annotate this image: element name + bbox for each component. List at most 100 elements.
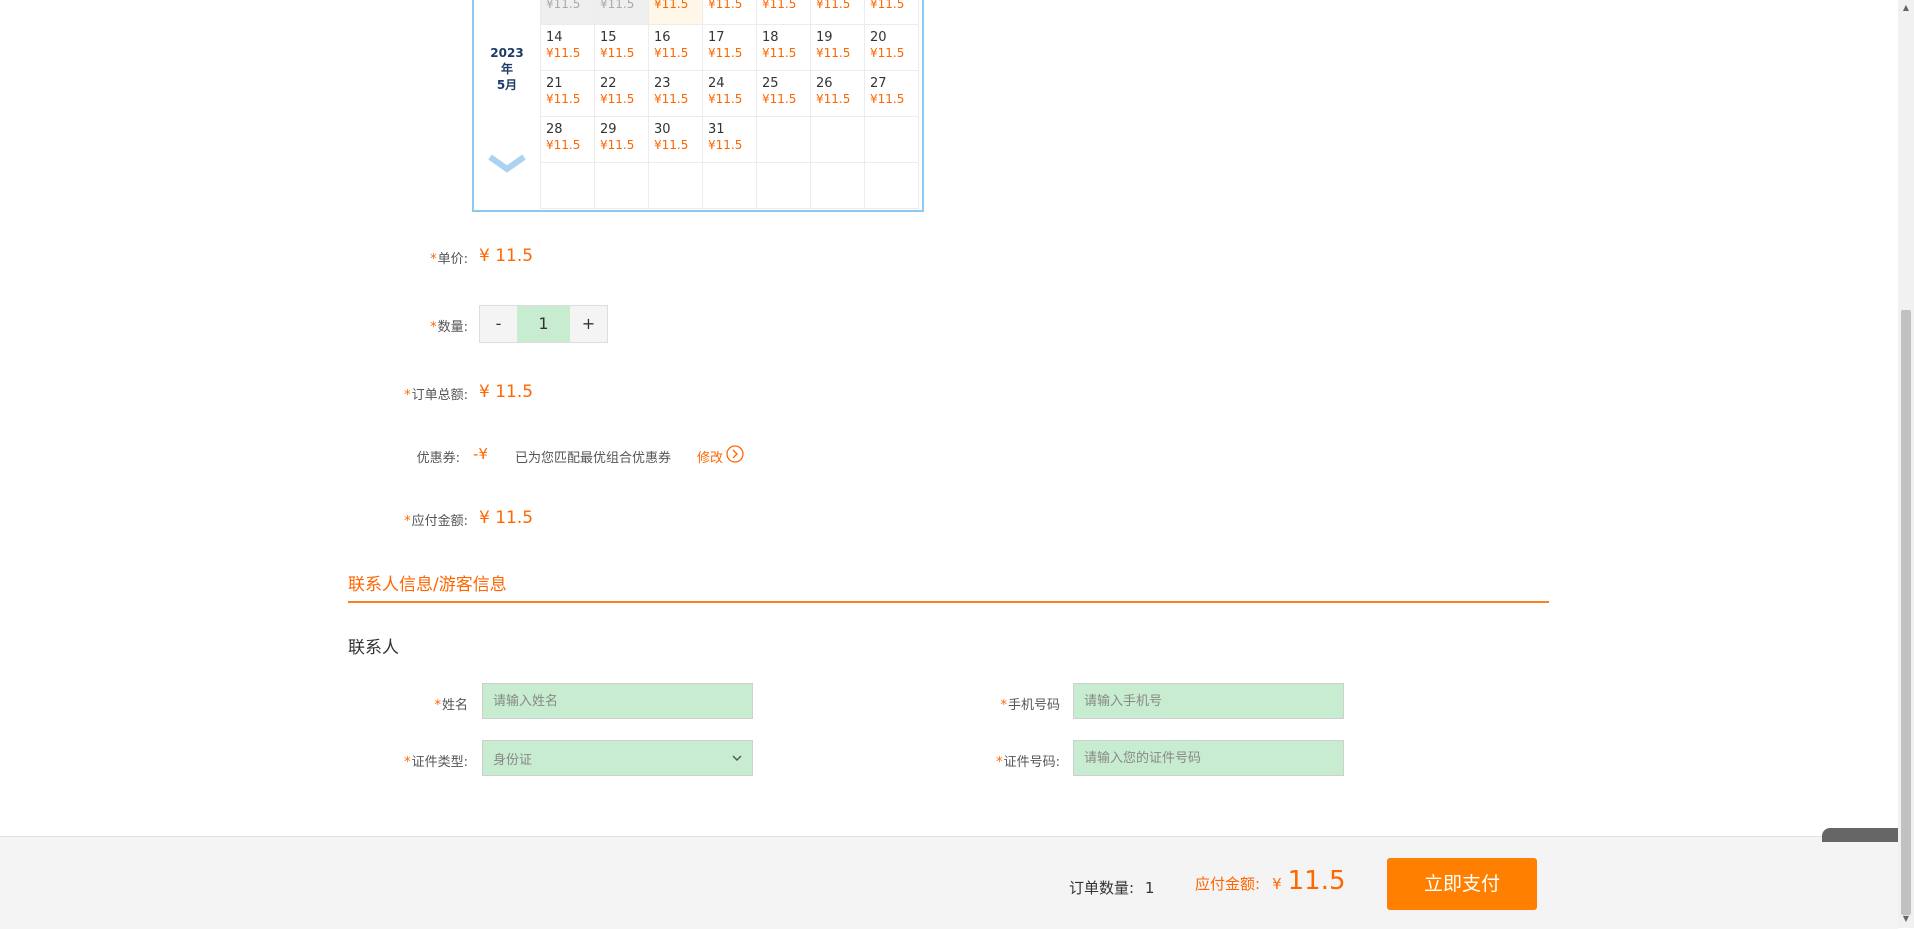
calendar-day-number: 24 — [708, 76, 725, 91]
footer-order-count: 订单数量: 1 — [1069, 877, 1154, 898]
section-divider — [348, 601, 1549, 603]
calendar-day-price: ¥11.5 — [870, 46, 905, 60]
calendar-day-cell[interactable]: 18 ¥11.5 — [756, 24, 811, 71]
calendar-day-price: ¥11.5 — [816, 0, 851, 11]
footer-order-count-value: 1 — [1144, 879, 1155, 897]
calendar-empty-cell — [756, 162, 811, 209]
id-number-input[interactable] — [1073, 740, 1344, 776]
calendar-day-cell[interactable]: 14 ¥11.5 — [540, 24, 595, 71]
calendar-day-price: ¥11.5 — [708, 92, 743, 106]
calendar-day-price: ¥11.5 — [600, 0, 635, 11]
calendar-day-cell[interactable]: 30 ¥11.5 — [648, 116, 703, 163]
calendar-days-grid: ¥11.5 ¥11.5 ¥11.5 ¥11.5 ¥11.5 ¥11.5 ¥11.5 14 ¥1… — [540, 0, 919, 209]
calendar-year-char: 年 — [500, 62, 513, 76]
calendar-year: 2023 — [490, 46, 524, 60]
calendar-day-cell[interactable]: 17 ¥11.5 — [702, 24, 757, 71]
calendar-day-number: 23 — [654, 76, 671, 91]
calendar-day-price: ¥11.5 — [546, 46, 581, 60]
calendar-day-price: ¥11.5 — [546, 138, 581, 152]
scroll-down-arrow-icon[interactable]: ▼ — [1901, 914, 1911, 924]
footer-order-count-label: 订单数量: — [1069, 879, 1135, 897]
id-type-label: *证件类型: — [404, 755, 468, 770]
calendar-day-cell[interactable]: 29 ¥11.5 — [594, 116, 649, 163]
calendar-day-cell[interactable]: 31 ¥11.5 — [702, 116, 757, 163]
quantity-stepper: - 1 + — [479, 305, 608, 343]
calendar-day-cell[interactable]: 15 ¥11.5 — [594, 24, 649, 71]
calendar-day-price: ¥11.5 — [870, 92, 905, 106]
calendar-day-cell[interactable]: ¥11.5 — [648, 0, 703, 25]
name-label: *姓名 — [434, 698, 468, 713]
calendar-day-cell[interactable]: 20 ¥11.5 — [864, 24, 919, 71]
calendar-day-price: ¥11.5 — [816, 46, 851, 60]
calendar-day-price: ¥11.5 — [762, 46, 797, 60]
calendar-day-cell[interactable]: ¥11.5 — [540, 0, 595, 25]
calendar-day-price: ¥11.5 — [762, 0, 797, 11]
calendar-day-cell[interactable]: ¥11.5 — [864, 0, 919, 25]
calendar-day-price: ¥11.5 — [654, 92, 689, 106]
calendar-day-cell[interactable]: 16 ¥11.5 — [648, 24, 703, 71]
scroll-up-arrow-icon[interactable]: ▲ — [1901, 3, 1911, 13]
calendar-day-number: 18 — [762, 30, 779, 45]
calendar-week-row: 28 ¥11.5 29 ¥11.5 30 ¥11.5 31 ¥11.5 — [540, 116, 919, 163]
calendar-week-row: 14 ¥11.5 15 ¥11.5 16 ¥11.5 17 ¥11.5 18 ¥11.5 19 ¥11… — [540, 24, 919, 71]
pay-now-button[interactable]: 立即支付 — [1387, 858, 1537, 910]
calendar-day-cell[interactable]: ¥11.5 — [702, 0, 757, 25]
footer-payable: 应付金额: ¥ 11.5 — [1195, 866, 1346, 896]
calendar-day-price: ¥11.5 — [762, 92, 797, 106]
calendar-day-price: ¥11.5 — [546, 0, 581, 11]
calendar-empty-cell — [810, 116, 865, 163]
unit-price-label: *单价: — [430, 252, 468, 267]
footer-payable-label: 应付金额: — [1195, 875, 1261, 893]
calendar-week-row: 21 ¥11.5 22 ¥11.5 23 ¥11.5 24 ¥11.5 25 ¥11.5 26 ¥11… — [540, 70, 919, 117]
calendar-day-number: 15 — [600, 30, 617, 45]
calendar-empty-cell — [594, 162, 649, 209]
calendar-day-price: ¥11.5 — [654, 46, 689, 60]
calendar-day-cell[interactable]: ¥11.5 — [594, 0, 649, 25]
calendar-day-price: ¥11.5 — [600, 138, 635, 152]
calendar-day-cell[interactable]: 23 ¥11.5 — [648, 70, 703, 117]
scrollbar-thumb[interactable] — [1901, 310, 1911, 915]
calendar-day-cell[interactable]: 24 ¥11.5 — [702, 70, 757, 117]
calendar-day-cell[interactable]: 27 ¥11.5 — [864, 70, 919, 117]
payable-value: ¥ 11.5 — [479, 508, 534, 528]
calendar-day-price: ¥11.5 — [600, 46, 635, 60]
coupon-modify-label: 修改 — [697, 450, 724, 466]
calendar-day-number: 14 — [546, 30, 563, 45]
name-input[interactable] — [482, 683, 753, 719]
coupon-value: -¥ — [473, 445, 488, 463]
id-type-select[interactable]: 身份证 — [482, 740, 753, 776]
order-total-value: ¥ 11.5 — [479, 382, 534, 402]
calendar-day-cell[interactable]: 28 ¥11.5 — [540, 116, 595, 163]
calendar-day-cell[interactable]: 19 ¥11.5 — [810, 24, 865, 71]
quantity-decrease-button[interactable]: - — [480, 306, 517, 342]
calendar-empty-cell — [864, 162, 919, 209]
calendar-empty-cell — [864, 116, 919, 163]
calendar-day-number: 19 — [816, 30, 833, 45]
calendar-day-cell[interactable]: 25 ¥11.5 — [756, 70, 811, 117]
quantity-value[interactable]: 1 — [517, 306, 570, 342]
calendar-day-number: 16 — [654, 30, 671, 45]
calendar-month-column: 2023 年 5月 — [474, 0, 540, 210]
coupon-modify-link[interactable]: 修改 — [697, 445, 744, 467]
chevron-down-icon — [732, 751, 742, 766]
calendar-day-number: 29 — [600, 122, 617, 137]
calendar-day-price: ¥11.5 — [546, 92, 581, 106]
calendar-day-price: ¥11.5 — [600, 92, 635, 106]
floating-widget-handle[interactable] — [1822, 828, 1898, 842]
quantity-label: *数量: — [430, 320, 468, 335]
calendar-day-cell[interactable]: 26 ¥11.5 — [810, 70, 865, 117]
calendar-day-cell[interactable]: ¥11.5 — [756, 0, 811, 25]
quantity-increase-button[interactable]: + — [570, 306, 607, 342]
calendar-day-cell[interactable]: 22 ¥11.5 — [594, 70, 649, 117]
contact-section-title: 联系人信息/游客信息 — [348, 575, 507, 595]
calendar-day-cell[interactable]: 21 ¥11.5 — [540, 70, 595, 117]
calendar-day-cell[interactable]: ¥11.5 — [810, 0, 865, 25]
phone-label: *手机号码 — [1000, 698, 1060, 713]
coupon-matched-text: 已为您匹配最优组合优惠券 — [515, 451, 672, 466]
calendar-day-number: 22 — [600, 76, 617, 91]
chevron-down-icon[interactable] — [488, 154, 526, 178]
calendar-day-price: ¥11.5 — [708, 138, 743, 152]
phone-input[interactable] — [1073, 683, 1344, 719]
id-type-selected-value: 身份证 — [493, 752, 533, 768]
calendar-day-number: 26 — [816, 76, 833, 91]
